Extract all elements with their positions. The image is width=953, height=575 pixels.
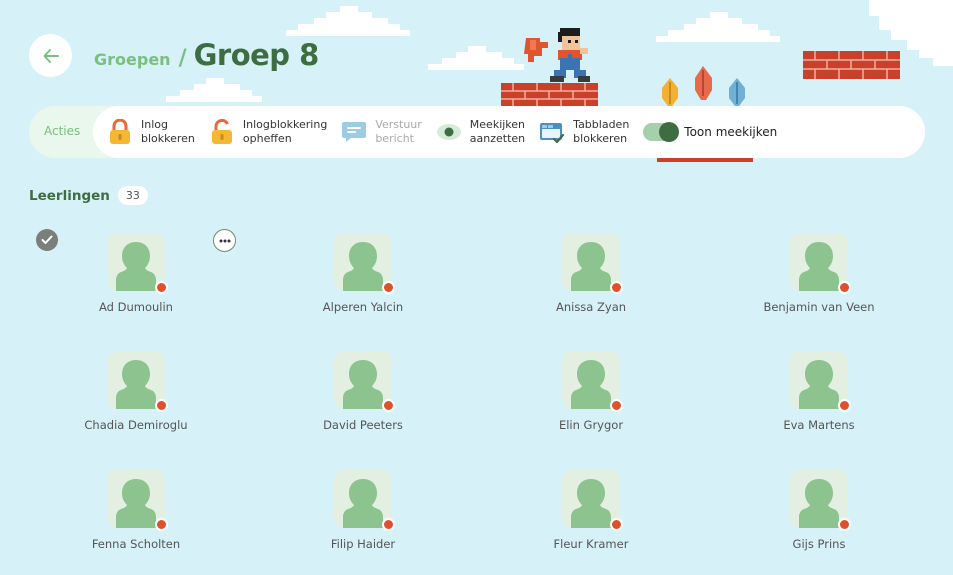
avatar <box>562 351 623 412</box>
student-name: Fenna Scholten <box>91 537 181 551</box>
lock-icon <box>107 119 133 145</box>
student-name: Chadia Demiroglu <box>84 418 188 432</box>
student-card[interactable]: Alperen Yalcin <box>249 233 477 314</box>
unblock-login-label: Inlogblokkering opheffen <box>242 118 328 145</box>
enable-watch-label: Meekijken aanzetten <box>469 118 526 145</box>
red-leaf-decoration <box>695 66 712 100</box>
status-offline-dot <box>610 518 623 531</box>
actions-toolbar: Acties Inlog blokkeren Inlogblokkering o <box>29 106 925 158</box>
student-card[interactable]: Eva Martens <box>705 351 933 432</box>
student-card[interactable]: Elin Grygor <box>477 351 705 432</box>
toggle-switch[interactable] <box>643 122 680 142</box>
student-card[interactable]: David Peeters <box>249 351 477 432</box>
avatar <box>107 470 168 531</box>
student-card[interactable]: Ad Dumoulin <box>22 233 250 314</box>
avatar <box>334 233 395 294</box>
student-name: Benjamin van Veen <box>763 300 875 314</box>
unblock-login-button[interactable]: Inlogblokkering opheffen <box>209 118 327 146</box>
student-name: Gijs Prins <box>792 537 846 551</box>
actions-label: Acties <box>44 124 81 138</box>
status-offline-dot <box>838 399 851 412</box>
cloud-decoration <box>428 46 524 70</box>
student-name: David Peeters <box>323 418 403 432</box>
student-card[interactable]: Filip Haider <box>249 470 477 551</box>
avatar <box>562 233 623 294</box>
enable-watch-button[interactable]: Meekijken aanzetten <box>436 118 525 146</box>
block-login-label: Inlog blokkeren <box>141 118 195 145</box>
actions-bar: Inlog blokkeren Inlogblokkering opheffen <box>93 106 925 158</box>
avatar <box>334 470 395 531</box>
back-button[interactable] <box>29 34 72 77</box>
cloud-decoration <box>656 12 780 42</box>
block-tabs-button[interactable]: Tabbladen blokkeren <box>539 118 629 146</box>
status-offline-dot <box>610 281 623 294</box>
student-name: Fleur Kramer <box>553 537 629 551</box>
student-name: Ad Dumoulin <box>99 300 173 314</box>
block-login-button[interactable]: Inlog blokkeren <box>107 118 195 146</box>
breadcrumb: Groepen / Groep 8 <box>94 38 319 72</box>
cloud-decoration <box>286 6 410 36</box>
blue-leaf-decoration <box>729 78 745 106</box>
avatar <box>562 470 623 531</box>
student-card[interactable]: Chadia Demiroglu <box>22 351 250 432</box>
breadcrumb-separator: / <box>178 46 187 71</box>
brick-platform-decoration <box>803 51 900 79</box>
status-offline-dot <box>838 518 851 531</box>
block-tabs-label: Tabbladen blokkeren <box>573 118 630 145</box>
status-offline-dot <box>382 399 395 412</box>
avatar <box>790 233 851 294</box>
brick-platform-decoration <box>501 83 598 107</box>
status-offline-dot <box>382 281 395 294</box>
status-offline-dot <box>610 399 623 412</box>
arrow-left-icon <box>43 48 59 63</box>
student-card[interactable]: Fenna Scholten <box>22 470 250 551</box>
yellow-leaf-decoration <box>662 78 678 106</box>
status-offline-dot <box>155 518 168 531</box>
avatar <box>790 470 851 531</box>
page-title: Groep 8 <box>193 38 320 72</box>
student-count-badge: 33 <box>117 186 148 205</box>
student-card[interactable]: Anissa Zyan <box>477 233 705 314</box>
student-name: Anissa Zyan <box>555 300 627 314</box>
student-card[interactable]: Fleur Kramer <box>477 470 705 551</box>
avatar <box>107 233 168 294</box>
students-section-header: Leerlingen 33 <box>29 186 148 205</box>
student-card[interactable]: Benjamin van Veen <box>705 233 933 314</box>
avatar <box>334 351 395 412</box>
pixel-hero-decoration <box>524 28 590 82</box>
student-name: Alperen Yalcin <box>322 300 404 314</box>
send-message-button[interactable]: Verstuur bericht <box>341 118 422 146</box>
status-offline-dot <box>382 518 395 531</box>
student-name: Eva Martens <box>783 418 855 432</box>
tabs-block-icon <box>539 119 565 145</box>
unlock-icon <box>209 119 235 145</box>
student-name: Elin Grygor <box>558 418 624 432</box>
avatar <box>790 351 851 412</box>
show-watch-label: Toon meekijken <box>684 125 778 139</box>
status-offline-dot <box>155 399 168 412</box>
student-card[interactable]: Gijs Prins <box>705 470 933 551</box>
avatar <box>107 351 168 412</box>
status-offline-dot <box>838 281 851 294</box>
send-message-label: Verstuur bericht <box>375 118 422 145</box>
toggle-knob <box>659 122 680 142</box>
student-name: Filip Haider <box>330 537 396 551</box>
message-icon <box>341 119 367 145</box>
breadcrumb-link-groepen[interactable]: Groepen <box>94 50 171 69</box>
eye-icon <box>436 119 462 145</box>
status-offline-dot <box>155 281 168 294</box>
cloud-decoration <box>166 78 262 102</box>
section-title: Leerlingen <box>29 187 110 204</box>
show-watch-toggle[interactable]: Toon meekijken <box>643 122 778 142</box>
